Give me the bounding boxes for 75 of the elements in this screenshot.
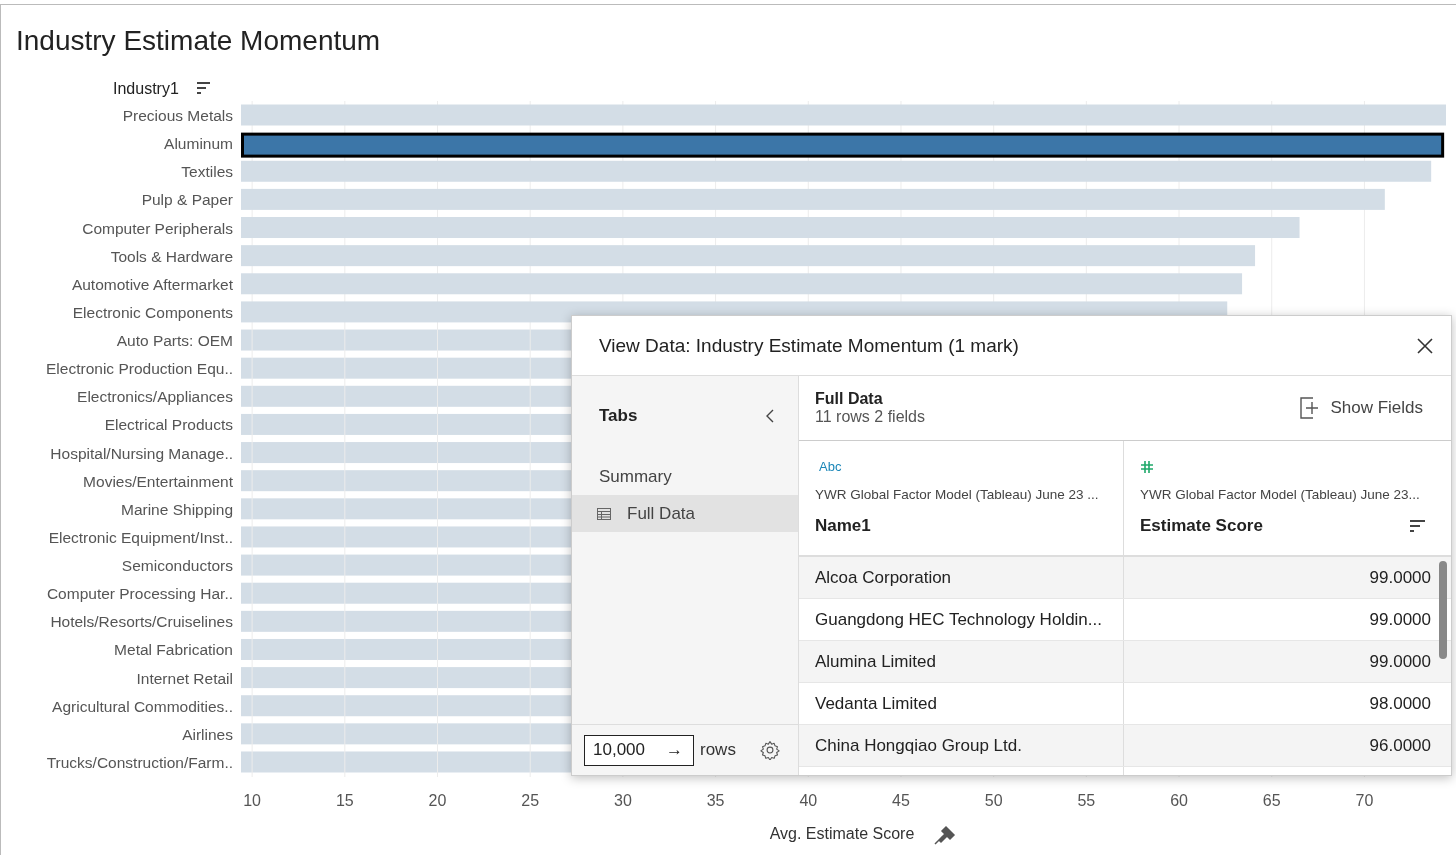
sort-icon[interactable] [1410, 519, 1425, 533]
tick-label: 45 [892, 792, 910, 809]
table-cell: Vedanta Limited [799, 683, 1124, 724]
dialog-title: View Data: Industry Estimate Momentum (1 mark) [599, 334, 1019, 357]
table-cell-text: 96.0000 [1368, 734, 1432, 757]
column-source: YWR Global Factor Model (Tableau) June 23... [1140, 487, 1421, 502]
category-label: Aluminum [164, 135, 233, 153]
scrollbar-thumb[interactable] [1439, 561, 1447, 659]
row-header: Industry1 [113, 80, 179, 97]
tick-label: 10 [243, 792, 261, 809]
table-cell: Alumina Limited [799, 641, 1124, 682]
column-header: Estimate Score [1140, 516, 1263, 536]
category-label: Electronic Equipment/Inst.. [48, 528, 233, 546]
category-label: Internet Retail [136, 669, 233, 687]
table-cell-text: 99.0000 [1368, 566, 1432, 589]
rows-input[interactable]: 10,000 → [584, 734, 694, 766]
tab[interactable]: Full Data [572, 495, 798, 532]
rows-label: rows [700, 740, 736, 760]
category-label: Electronic Production Equ.. [46, 360, 233, 378]
text-type-label: Abc [818, 459, 843, 475]
sort-icon[interactable] [197, 82, 210, 94]
category-label: Hotels/Resorts/Cruiselines [50, 613, 233, 631]
tick-label: 15 [335, 792, 354, 809]
table-cell: Guangdong HEC Technology Holdin... [799, 599, 1124, 640]
category-label: Hospital/Nursing Manage.. [50, 444, 233, 462]
bar[interactable] [241, 132, 1445, 158]
category-label: Precious Metals [122, 107, 233, 124]
category-label: Electronic Components [72, 303, 233, 321]
add-field-icon [1300, 397, 1321, 419]
collapse-icon[interactable] [766, 409, 774, 423]
tick-label: 65 [1262, 792, 1281, 809]
table-cell: China Hongqiao Group Ltd. [799, 725, 1124, 766]
category-label: Tools & Hardware [110, 247, 233, 265]
category-label: Auto Parts: OEM [116, 332, 233, 350]
category-label: Computer Processing Har.. [46, 585, 233, 603]
tick-label: 20 [428, 792, 447, 809]
table-cell-text: 99.0000 [1368, 608, 1432, 631]
table-icon [597, 507, 611, 520]
column-header: Name1 [815, 516, 871, 536]
category-label: Electronics/Appliances [77, 388, 233, 406]
category-label: Metal Fabrication [114, 641, 233, 659]
tick-label: 70 [1355, 792, 1374, 809]
category-label: Pulp & Paper [141, 191, 233, 209]
number-type-icon [1140, 459, 1154, 475]
category-label: Computer Peripherals [82, 219, 233, 237]
tick-label: 30 [614, 792, 632, 809]
tabs-heading: Tabs [599, 406, 638, 426]
close-icon[interactable] [1417, 337, 1433, 354]
table-cell-text: 98.0000 [1368, 692, 1432, 715]
category-label: Semiconductors [121, 557, 233, 575]
chart-title: Industry Estimate Momentum [15, 24, 382, 58]
tick-label: 55 [1077, 792, 1096, 809]
column-source: YWR Global Factor Model (Tableau) June 23 ... [815, 487, 1100, 502]
category-label: Movies/Entertainment [83, 472, 233, 490]
tab[interactable]: Summary [572, 458, 798, 495]
tick-label: 60 [1170, 792, 1188, 809]
settings-icon[interactable] [759, 740, 780, 760]
category-label: Marine Shipping [121, 500, 233, 518]
panel-subtitle: 11 rows 2 fields [815, 408, 925, 426]
category-label: Trucks/Construction/Farm.. [46, 754, 233, 771]
show-fields-button[interactable]: Show Fields [1300, 397, 1423, 419]
category-label: Electrical Products [104, 416, 233, 434]
panel-title: Full Data [815, 390, 884, 408]
pin-icon[interactable] [934, 825, 956, 845]
tick-label: 25 [521, 792, 540, 809]
table-cell: Alcoa Corporation [799, 557, 1124, 598]
tick-label: 50 [984, 792, 1003, 809]
category-label: Agricultural Commodities.. [52, 697, 233, 715]
category-label: Airlines [182, 725, 233, 743]
table-cell-text: 99.0000 [1368, 650, 1432, 673]
category-label: Automotive Aftermarket [71, 275, 233, 293]
category-label: Textiles [181, 163, 233, 181]
tick-label: 35 [706, 792, 725, 809]
axis-title: Avg. Estimate Score [769, 825, 915, 842]
tick-label: 40 [799, 792, 818, 809]
